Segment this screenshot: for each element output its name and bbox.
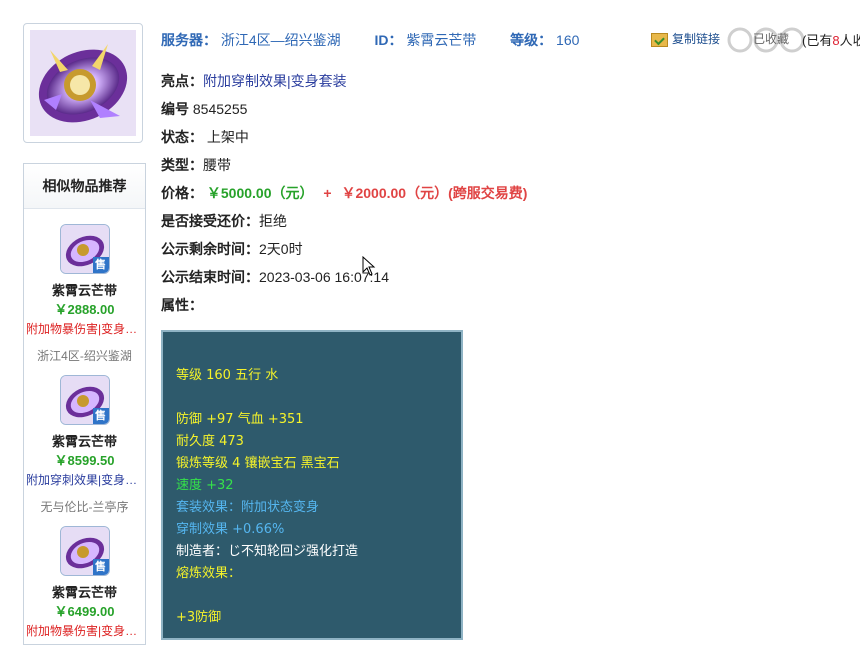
attr-speed: 速度 +32 <box>176 478 234 493</box>
similar-items-title: 相似物品推荐 <box>24 164 145 209</box>
similar-item[interactable]: 售 紫霄云芒带 ￥6499.00 附加物暴伤害|变身套装 <box>24 526 145 639</box>
price-plus: + <box>323 185 332 201</box>
number-row: 编号 8545255 <box>161 99 247 119</box>
attr-smelt-bonus: +3防御 <box>176 610 222 625</box>
status-row: 状态： 上架中 <box>161 127 249 147</box>
price-label: 价格： <box>161 185 203 201</box>
price-row: 价格： ￥5000.00（元） + ￥2000.00（元）(跨服交易费) <box>161 183 527 203</box>
item-highlight: 附加物暴伤害|变身套装 <box>26 624 143 638</box>
item-thumbnail[interactable]: 售 <box>59 375 110 425</box>
highlight-row: 亮点：附加穿制效果|变身套装 <box>161 71 347 91</box>
belt-item-icon <box>30 30 136 136</box>
favorite-button[interactable]: 已收藏 <box>753 30 789 47</box>
number-label: 编号 <box>161 101 189 117</box>
item-highlight: 附加穿刺效果|变身套装 <box>26 473 143 487</box>
type-value: 腰带 <box>203 157 231 173</box>
item-image <box>23 23 143 143</box>
sell-tag: 售 <box>92 257 109 273</box>
counter-offer-label: 是否接受还价： <box>161 213 259 229</box>
attr-forge: 锻炼等级 4 镶嵌宝石 黑宝石 <box>176 456 340 471</box>
item-thumbnail[interactable]: 售 <box>59 224 110 274</box>
remaining-time-label: 公示剩余时间： <box>161 241 259 257</box>
remaining-time-row: 公示剩余时间：2天0时 <box>161 239 303 259</box>
item-thumbnail[interactable]: 售 <box>59 526 110 576</box>
remaining-time-value: 2天0时 <box>259 241 303 257</box>
item-server: 无与伦比-兰亭序 <box>40 500 129 514</box>
similar-items-panel: 相似物品推荐 售 紫霄云芒带 ￥2888.00 附加物暴伤害|变身套装 浙江4区… <box>23 163 146 645</box>
item-name[interactable]: 紫霄云芒带 <box>24 582 145 601</box>
item-price: ￥8599.50 <box>54 453 115 468</box>
highlight-label: 亮点： <box>161 73 203 89</box>
item-name[interactable]: 紫霄云芒带 <box>24 280 145 299</box>
mouse-cursor-icon <box>362 256 376 276</box>
price-main: ￥5000.00（元） <box>206 185 314 201</box>
attributes-label: 属性： <box>161 297 203 313</box>
item-name[interactable]: 紫霄云芒带 <box>24 431 145 450</box>
end-time-row: 公示结束时间：2023-03-06 16:07:14 <box>161 267 389 287</box>
type-label: 类型： <box>161 157 203 173</box>
status-label: 状态： <box>161 129 203 145</box>
counter-offer-value: 拒绝 <box>259 213 287 229</box>
attr-maker: 制造者：じ不知轮回ジ强化打造 <box>176 544 359 559</box>
item-price: ￥6499.00 <box>54 604 115 619</box>
end-time-label: 公示结束时间： <box>161 269 259 285</box>
attr-smelt: 熔炼效果： <box>176 566 242 581</box>
id-label: ID <box>374 32 389 48</box>
level-label: 等级 <box>510 32 539 48</box>
attr-durability: 耐久度 473 <box>176 434 244 449</box>
counter-offer-row: 是否接受还价：拒绝 <box>161 211 287 231</box>
type-row: 类型：腰带 <box>161 155 231 175</box>
attributes-row: 属性： <box>161 295 203 315</box>
number-value: 8545255 <box>192 101 248 117</box>
similar-item[interactable]: 售 紫霄云芒带 ￥2888.00 附加物暴伤害|变身套装 浙江4区-绍兴鉴湖 <box>24 224 145 364</box>
attr-pierce: 穿制效果 +0.66% <box>176 522 285 537</box>
attr-level: 等级 160 五行 水 <box>176 368 279 383</box>
attr-set-effect: 套装效果：附加状态变身 <box>176 500 320 515</box>
attributes-panel: 等级 160 五行 水 防御 +97 气血 +351 耐久度 473 锻炼等级 … <box>161 330 463 640</box>
server-label: 服务器 <box>161 32 203 48</box>
sell-tag: 售 <box>92 559 109 575</box>
status-value: 上架中 <box>206 129 249 145</box>
level-value: 160 <box>556 32 580 48</box>
id-value: 紫霄云芒带 <box>406 32 477 48</box>
item-price: ￥2888.00 <box>54 302 115 317</box>
server-value: 浙江4区—绍兴鉴湖 <box>220 32 341 48</box>
attr-defense: 防御 +97 气血 +351 <box>176 412 304 427</box>
item-server: 浙江4区-绍兴鉴湖 <box>37 349 132 363</box>
copy-link-button[interactable]: 复制链接 <box>651 30 720 47</box>
copy-link-icon <box>651 32 668 47</box>
similar-item[interactable]: 售 紫霄云芒带 ￥8599.50 附加穿刺效果|变身套装 无与伦比-兰亭序 <box>24 375 145 515</box>
item-header: 服务器： 浙江4区—绍兴鉴湖 ID： 紫霄云芒带 等级： 160 <box>161 32 580 48</box>
highlight-value[interactable]: 附加穿制效果|变身套装 <box>203 73 347 89</box>
price-cross-server: ￥2000.00（元）(跨服交易费) <box>341 185 528 201</box>
item-highlight: 附加物暴伤害|变身套装 <box>26 322 143 336</box>
watch-count: (已有8人收 <box>802 33 860 48</box>
sell-tag: 售 <box>92 408 109 424</box>
